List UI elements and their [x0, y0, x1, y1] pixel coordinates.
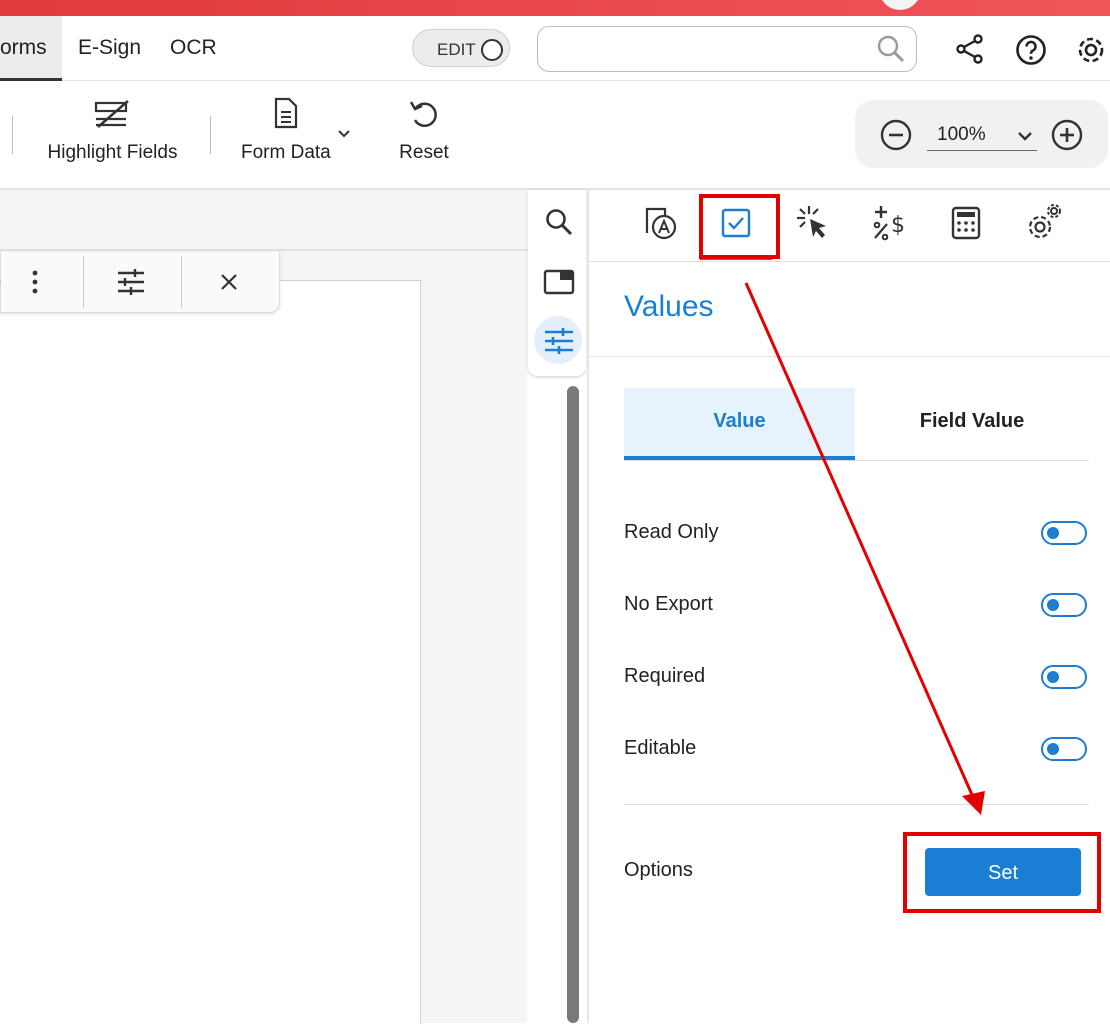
click-action-icon[interactable] — [795, 204, 831, 242]
tab-value[interactable]: Value — [624, 388, 855, 460]
zoom-level-value: 100% — [937, 124, 986, 145]
calculate-icon[interactable] — [950, 206, 982, 240]
required-toggle[interactable] — [1041, 665, 1087, 689]
options-label: Options — [624, 859, 693, 881]
no-export-toggle[interactable] — [1041, 593, 1087, 617]
form-data-label: Form Data — [241, 142, 331, 163]
scrollbar[interactable] — [567, 386, 579, 1023]
zoom-out-icon[interactable] — [879, 118, 913, 152]
editable-toggle[interactable] — [1041, 737, 1087, 761]
toolbar-divider — [210, 116, 211, 154]
svg-text:$: $ — [891, 213, 905, 238]
read-only-row: Read Only — [624, 513, 1089, 553]
editable-row: Editable — [624, 729, 1089, 769]
chevron-down-icon — [1018, 132, 1032, 141]
toggle-knob — [1047, 671, 1059, 683]
edit-toggle-knob — [481, 39, 503, 61]
zoom-in-icon[interactable] — [1050, 118, 1084, 152]
reset-icon — [409, 101, 437, 127]
share-icon[interactable] — [955, 34, 985, 69]
toolbar-divider — [181, 256, 182, 308]
annotation-highlight-box — [903, 832, 1101, 913]
divider — [624, 804, 1089, 805]
divider — [0, 249, 527, 251]
tab-field-value[interactable]: Field Value — [855, 388, 1089, 456]
tab-ocr[interactable]: OCR — [170, 16, 217, 78]
properties-icon[interactable] — [543, 326, 575, 356]
read-only-label: Read Only — [624, 521, 719, 543]
toolbar-divider — [83, 256, 84, 308]
toggle-knob — [1047, 527, 1059, 539]
panel-title: Values — [624, 290, 714, 323]
more-vertical-icon[interactable] — [31, 269, 39, 295]
highlight-fields-button[interactable]: Highlight Fields — [40, 81, 185, 181]
settings-icon[interactable] — [1026, 203, 1062, 241]
divider — [624, 460, 1089, 461]
toolbar-divider — [12, 116, 13, 154]
field-floating-toolbar — [0, 252, 280, 313]
toggle-knob — [1047, 743, 1059, 755]
field-text-icon[interactable] — [643, 205, 679, 241]
editable-label: Editable — [624, 737, 697, 759]
document-icon — [274, 97, 298, 129]
no-export-row: No Export — [624, 585, 1089, 625]
required-label: Required — [624, 665, 706, 687]
annotation-highlight-box — [699, 194, 780, 259]
read-only-toggle[interactable] — [1041, 521, 1087, 545]
reset-button[interactable]: Reset — [390, 81, 458, 181]
chevron-down-icon[interactable] — [337, 129, 351, 139]
thumbnail-icon[interactable] — [543, 268, 575, 296]
partial-icon[interactable] — [0, 272, 7, 292]
highlight-fields-icon — [94, 100, 129, 128]
required-row: Required — [624, 657, 1089, 697]
form-data-button[interactable]: Form Data — [235, 81, 360, 181]
document-page[interactable] — [0, 280, 421, 1024]
app-header-strip — [0, 0, 1110, 16]
edit-toggle-label: EDIT — [437, 40, 476, 59]
properties-icon[interactable] — [116, 268, 146, 296]
toggle-knob — [1047, 599, 1059, 611]
help-icon[interactable] — [1015, 34, 1047, 71]
search-input[interactable] — [537, 26, 917, 72]
divider — [589, 356, 1110, 357]
tab-esign[interactable]: E-Sign — [78, 16, 141, 78]
toolbar: Highlight Fields Form Data Reset 100% — [0, 81, 1110, 190]
zoom-control: 100% — [855, 100, 1108, 168]
highlight-fields-label: Highlight Fields — [47, 142, 178, 163]
search-icon[interactable] — [544, 207, 574, 237]
search-icon[interactable] — [876, 34, 906, 69]
edit-mode-toggle[interactable]: EDIT — [412, 29, 510, 67]
format-icon[interactable]: $ — [872, 204, 908, 242]
main-tab-bar: orms E-Sign OCR EDIT — [0, 16, 1110, 81]
gear-icon[interactable] — [1075, 34, 1107, 71]
divider — [589, 261, 1110, 262]
zoom-level-select[interactable]: 100% — [927, 122, 1037, 151]
close-icon[interactable] — [220, 273, 238, 291]
reset-label: Reset — [399, 142, 449, 163]
no-export-label: No Export — [624, 593, 713, 615]
tab-forms[interactable]: orms — [0, 16, 62, 81]
